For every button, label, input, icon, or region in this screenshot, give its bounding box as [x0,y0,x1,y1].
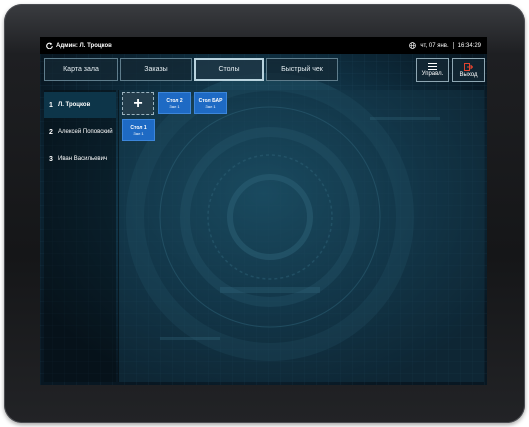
tables-panel [118,90,484,382]
waiter-item[interactable]: 2 Алексей Поповский [44,119,116,145]
table-hall: Зал 1 [133,130,144,136]
tab-tables[interactable]: Столы [194,58,264,81]
waiter-name: Иван Васильевич [58,156,108,162]
status-bar: Админ: Л. Троцков чт, 07 янв. 16:34:29 [40,37,487,54]
waiter-number: 1 [49,101,53,109]
tab-quick-check[interactable]: Быстрый чек [266,58,338,81]
tab-orders[interactable]: Заказы [120,58,192,81]
waiter-item[interactable]: 3 Иван Васильевич [44,146,116,172]
waiter-number: 3 [49,155,53,163]
waiter-name: Алексей Поповский [58,129,113,135]
exit-button[interactable]: Выход [452,58,485,82]
table-tile[interactable]: Стол 2 Зал 1 [158,92,191,114]
waiter-number: 2 [49,128,53,136]
exit-icon [464,62,473,71]
refresh-icon[interactable] [46,42,53,49]
table-tile[interactable]: Стол 1 Зал 1 [122,119,155,141]
waiter-item[interactable]: 1 Л. Троцков [44,92,116,118]
separator [452,42,454,49]
pos-screen: Админ: Л. Троцков чт, 07 янв. 16:34:29 К… [40,37,487,385]
admin-label: Админ: Л. Троцков [56,42,112,49]
time-label: 16:34:29 [457,42,481,49]
table-tile[interactable]: Стол БАР Зал 1 [194,92,227,114]
menu-icon [428,63,437,70]
globe-icon[interactable] [409,42,417,49]
waiter-name: Л. Троцков [58,102,91,108]
table-hall: Зал 1 [169,103,180,109]
date-label: чт, 07 янв. [420,42,449,49]
table-hall: Зал 1 [205,103,216,109]
manage-button[interactable]: Управл. [416,58,449,82]
exit-label: Выход [459,71,478,78]
tab-hall-map[interactable]: Карта зала [44,58,118,81]
add-table-button[interactable]: + [122,92,154,115]
manage-label: Управл. [421,71,444,77]
